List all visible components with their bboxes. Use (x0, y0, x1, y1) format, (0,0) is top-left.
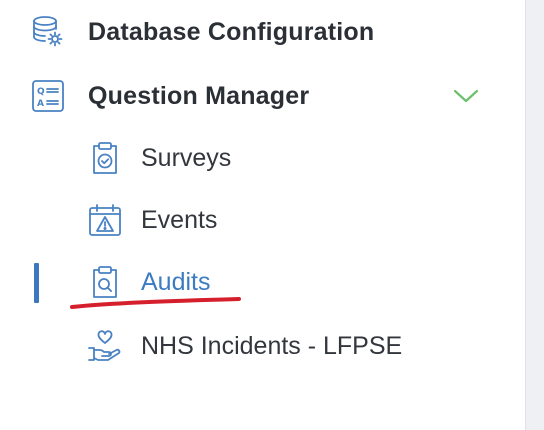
chevron-down-icon[interactable] (452, 84, 480, 108)
clipboard-check-icon (87, 140, 123, 176)
sidebar-item-surveys[interactable]: Surveys (87, 140, 231, 176)
sidebar-item-events[interactable]: Events (87, 202, 217, 238)
sidebar-nav: Database Configuration Q A Question Mana… (0, 0, 525, 430)
sidebar-item-database-configuration[interactable]: Database Configuration (30, 14, 374, 50)
sidebar-item-label: Events (141, 205, 218, 234)
sidebar-item-label: NHS Incidents - LFPSE (141, 331, 403, 360)
content-panel-edge (525, 0, 544, 430)
sidebar-item-label: Question Manager (88, 81, 310, 110)
sidebar-item-question-manager[interactable]: Q A Question Manager (30, 78, 309, 114)
calendar-warning-icon (87, 202, 123, 238)
qa-list-icon: Q A (30, 78, 66, 114)
sidebar-item-label: Surveys (141, 143, 232, 172)
annotation-underline (70, 297, 241, 309)
sidebar-item-label: Database Configuration (88, 17, 375, 46)
svg-text:A: A (37, 99, 44, 109)
sidebar-item-nhs-incidents-lfpse[interactable]: NHS Incidents - LFPSE (87, 328, 402, 364)
active-indicator (34, 263, 39, 303)
database-gear-icon (30, 14, 66, 50)
svg-text:Q: Q (37, 87, 45, 97)
page: Database Configuration Q A Question Mana… (0, 0, 544, 430)
hand-heart-icon (87, 328, 123, 364)
